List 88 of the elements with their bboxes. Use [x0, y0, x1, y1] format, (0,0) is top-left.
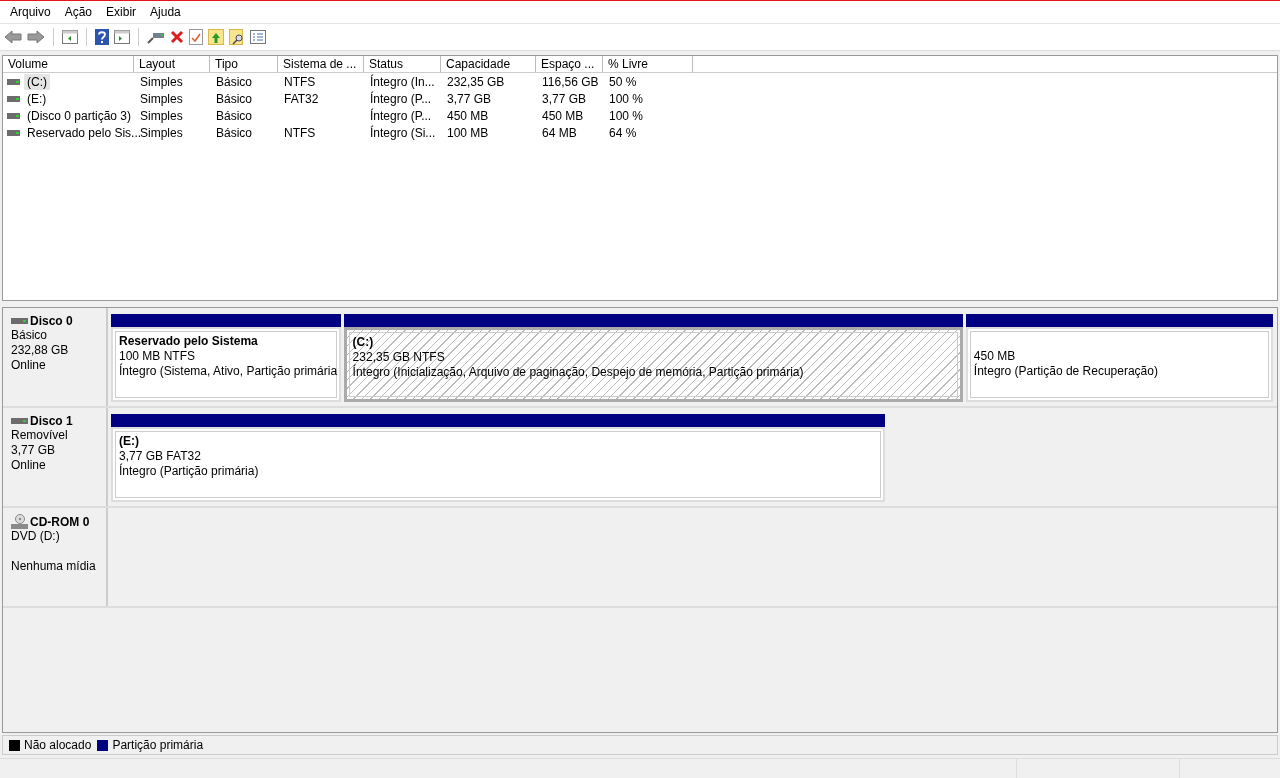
column-header[interactable]: Sistema de ...: [278, 56, 364, 73]
partition-name: Reservado pelo Sistema: [119, 334, 259, 349]
table-cell: 100 %: [609, 108, 644, 123]
partition-status: Íntegro (Inicialização, Arquivo de paginação, Despejo de memória, Partição primária): [352, 365, 805, 380]
column-header[interactable]: Status: [364, 56, 441, 73]
partition-size: 3,77 GB FAT32: [119, 449, 202, 463]
table-cell: Íntegro (In...: [370, 74, 435, 89]
table-cell: Básico: [216, 108, 253, 123]
table-cell: 450 MB: [542, 108, 584, 123]
table-cell: Básico: [216, 125, 253, 140]
menu-item[interactable]: Exibir: [99, 5, 144, 19]
partition-size: 232,35 GB NTFS: [352, 350, 446, 364]
table-cell: 3,77 GB: [447, 91, 492, 106]
table-cell: 116,56 GB: [542, 74, 599, 89]
menu-item[interactable]: Ação: [57, 5, 100, 19]
table-cell: Simples: [140, 108, 183, 123]
partition-size: 100 MB NTFS: [119, 349, 197, 363]
cd-drive-icon: [11, 514, 28, 529]
partition-status: Íntegro (Partição de Recuperação): [973, 364, 1159, 379]
help-icon[interactable]: [95, 29, 109, 45]
table-cell[interactable]: (E:): [24, 90, 50, 107]
table-cell: FAT32: [284, 91, 319, 106]
drive-icon: [7, 129, 20, 136]
partition-box[interactable]: Reservado pelo Sistema 100 MB NTFS Íntegro (Sistema, Ativo, Partição primária: [111, 327, 341, 402]
disk-drive-icon: [11, 318, 28, 324]
column-header[interactable]: Espaço ...: [536, 56, 603, 73]
table-cell: Básico: [216, 91, 253, 106]
drive-icon: [7, 78, 20, 85]
legend-label: Não alocado: [24, 738, 92, 752]
table-cell: 64 MB: [542, 125, 577, 140]
folder-up-icon[interactable]: [208, 29, 224, 45]
table-cell: 3,77 GB: [542, 91, 587, 106]
partition-box[interactable]: (E:) 3,77 GB FAT32 Íntegro (Partição primária): [111, 427, 885, 502]
partition-name: (C:): [352, 335, 375, 350]
column-header[interactable]: Tipo: [210, 56, 278, 73]
table-cell: Íntegro (P...: [370, 108, 432, 123]
column-header[interactable]: Layout: [134, 56, 210, 73]
disk-detail: 232,88 GB: [11, 343, 70, 358]
table-cell: 100 MB: [447, 125, 489, 140]
delete-icon[interactable]: [170, 30, 184, 44]
disk-detail: Básico: [11, 328, 49, 343]
disk-name: Disco 0: [30, 314, 73, 328]
table-cell: Simples: [140, 74, 183, 89]
forward-arrow-icon[interactable]: [27, 29, 45, 45]
table-cell[interactable]: (Disco 0 partição 3): [24, 107, 135, 124]
menu-item[interactable]: Arquivo: [3, 5, 58, 19]
column-header[interactable]: % Livre: [603, 56, 693, 73]
table-cell: Básico: [216, 74, 253, 89]
disk-drive-icon: [11, 418, 28, 424]
menu-item[interactable]: Ajuda: [143, 5, 188, 19]
table-cell: Íntegro (P...: [370, 91, 432, 106]
disk-name: Disco 1: [30, 414, 73, 428]
table-cell: 232,35 GB: [447, 74, 505, 89]
table-cell: Íntegro (Si...: [370, 125, 436, 140]
disk-detail: Removível: [11, 428, 69, 443]
checklist-icon[interactable]: [189, 29, 203, 45]
partition-size: 450 MB: [973, 349, 1017, 363]
table-cell: NTFS: [284, 125, 316, 140]
disk-name: CD-ROM 0: [30, 514, 90, 529]
console-tree-icon[interactable]: [62, 30, 78, 44]
properties-list-icon[interactable]: [250, 30, 266, 44]
column-header[interactable]: Capacidade: [441, 56, 536, 73]
disk-detail: Online: [11, 458, 47, 473]
table-cell: 450 MB: [447, 108, 489, 123]
partition-status: Íntegro (Sistema, Ativo, Partição primária: [119, 364, 336, 379]
drive-icon: [7, 112, 20, 119]
folder-search-icon[interactable]: [229, 29, 245, 45]
partition-status: Íntegro (Partição primária): [119, 464, 260, 479]
table-cell: Simples: [140, 91, 183, 106]
table-cell: NTFS: [284, 74, 316, 89]
table-cell[interactable]: (C:): [24, 73, 50, 90]
legend-label: Partição primária: [112, 738, 204, 752]
disk-detail: 3,77 GB: [11, 443, 57, 458]
disk-detail: Nenhuma mídia: [11, 559, 97, 574]
table-cell: Simples: [140, 125, 183, 140]
partition-name: (E:): [119, 434, 140, 449]
drive-icon: [7, 95, 20, 102]
drive-plug-icon[interactable]: [147, 30, 165, 44]
table-cell: 100 %: [609, 91, 644, 106]
partition-box[interactable]: 450 MB Íntegro (Partição de Recuperação): [965, 327, 1273, 402]
table-cell: 64 %: [609, 125, 637, 140]
action-pane-icon[interactable]: [114, 30, 130, 44]
column-header[interactable]: Volume: [3, 56, 134, 73]
partition-box[interactable]: (C:) 232,35 GB NTFS Íntegro (Inicialização, Arquivo de paginação, Despejo de memória, Partição primária): [343, 327, 963, 402]
disk-detail: DVD (D:): [11, 529, 61, 544]
back-arrow-icon[interactable]: [4, 29, 22, 45]
disk-detail: Online: [11, 358, 47, 373]
table-cell: 50 %: [609, 74, 637, 89]
